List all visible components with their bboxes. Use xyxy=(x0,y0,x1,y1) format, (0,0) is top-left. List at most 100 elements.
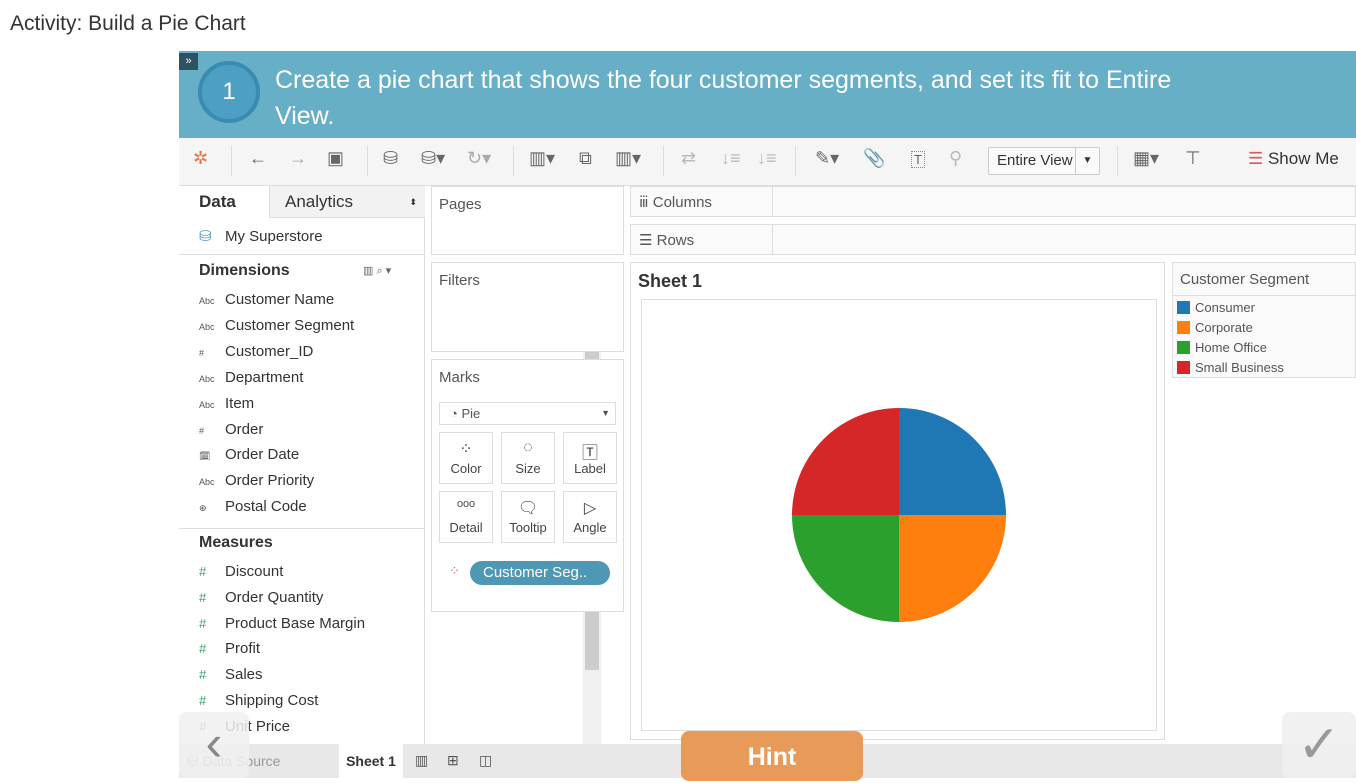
tableau-logo-icon[interactable]: ✲ xyxy=(193,148,208,169)
measure-field[interactable]: # Order Quantity xyxy=(199,589,323,606)
save-icon[interactable]: ▣ xyxy=(327,148,344,169)
group-icon[interactable]: 📎 xyxy=(863,148,885,169)
fit-value: Entire View xyxy=(997,152,1073,169)
presentation-icon[interactable]: ⊤ xyxy=(1185,148,1201,169)
label-button[interactable]: 🅃 Label xyxy=(563,432,617,484)
view-search-icons[interactable]: ▥ ⌕ ▾ xyxy=(363,264,391,278)
pie-slice-small-business[interactable] xyxy=(792,408,899,515)
field-name: Postal Code xyxy=(225,498,307,516)
field-name: Department xyxy=(225,368,304,386)
tooltip-button[interactable]: 🗨 Tooltip xyxy=(501,491,555,543)
pie-slice-corporate[interactable] xyxy=(899,515,1006,622)
swap-icon[interactable]: ⇄ xyxy=(681,148,696,169)
field-name: Sales xyxy=(225,666,263,684)
show-cards-icon[interactable]: ▦▾ xyxy=(1133,148,1159,169)
show-me-label: Show Me xyxy=(1267,149,1339,168)
pie-slice-home-office[interactable] xyxy=(792,515,899,622)
columns-icon: ⅲ xyxy=(639,194,653,211)
angle-icon: ▷ xyxy=(583,500,597,517)
pin-icon[interactable]: ⚲ xyxy=(949,148,962,169)
sheet1-tab[interactable]: Sheet 1 xyxy=(339,744,403,778)
tooltip-icon: 🗨 xyxy=(517,500,539,517)
pie-chart[interactable] xyxy=(642,300,1158,732)
highlight-icon[interactable]: ✎▾ xyxy=(815,148,839,169)
measure-field[interactable]: # Profit xyxy=(199,640,260,657)
measure-field[interactable]: # Sales xyxy=(199,666,263,683)
new-datasource-icon[interactable]: ⛁ xyxy=(383,148,398,169)
number-type-icon: # xyxy=(199,347,205,358)
sort-ascending-icon[interactable]: ↓≡ xyxy=(721,148,741,169)
dimension-field[interactable]: 🗓 Order Date xyxy=(199,446,299,463)
field-name: Order xyxy=(225,420,264,438)
card-label: Detail xyxy=(449,520,483,535)
new-dashboard-tab-icon[interactable]: ⊞ xyxy=(447,752,459,769)
toolbar: ✲ ← → ▣ ⛁ ⛁▾ ↻▾ ▥▾ ⧉ ▥▾ ⇄ ↓≡ ↓≡ ✎▾ 📎 T ⚲… xyxy=(179,138,1356,186)
field-name: Order Date xyxy=(225,446,300,464)
marks-label: Marks xyxy=(439,369,480,386)
legend-item[interactable]: Home Office xyxy=(1177,340,1267,355)
legend-label: Consumer xyxy=(1195,300,1255,315)
dimension-field[interactable]: Abc Customer Segment xyxy=(199,317,354,334)
dimension-field[interactable]: Abc Department xyxy=(199,369,303,386)
duplicate-sheet-icon[interactable]: ⧉ xyxy=(579,148,592,169)
legend-item[interactable]: Consumer xyxy=(1177,300,1255,315)
datasource-item[interactable]: ⛁ My Superstore xyxy=(199,227,323,245)
filters-shelf[interactable]: Filters xyxy=(431,262,624,352)
angle-button[interactable]: ▷ Angle xyxy=(563,491,617,543)
check-button[interactable]: ✓ xyxy=(1282,712,1356,778)
legend-item[interactable]: Corporate xyxy=(1177,320,1253,335)
rows-icon: ☰ xyxy=(639,232,657,249)
pause-updates-icon[interactable]: ⛁▾ xyxy=(421,148,445,169)
tab-analytics[interactable]: Analytics ⬍ xyxy=(269,186,425,218)
pie-icon: ◔ xyxy=(450,406,462,421)
date-type-icon: 🗓 xyxy=(199,451,211,462)
back-button[interactable]: ‹ xyxy=(179,712,249,778)
clear-sheet-icon[interactable]: ▥▾ xyxy=(615,148,641,169)
number-type-icon: # xyxy=(199,425,205,436)
color-button[interactable]: ⁘ Color xyxy=(439,432,493,484)
dimension-field[interactable]: Abc Item xyxy=(199,395,254,412)
legend-item[interactable]: Small Business xyxy=(1177,360,1284,375)
new-story-tab-icon[interactable]: ◫ xyxy=(479,752,492,769)
customer-segment-pill[interactable]: Customer Seg.. xyxy=(470,561,610,585)
sheet-view: Sheet 1 xyxy=(630,262,1165,740)
dimension-field[interactable]: Abc Customer Name xyxy=(199,291,334,308)
redo-icon[interactable]: → xyxy=(289,148,307,169)
rows-label: Rows xyxy=(656,232,695,249)
dimensions-header: Dimensions xyxy=(199,262,290,279)
field-name: Discount xyxy=(225,563,284,580)
dimension-field[interactable]: ⊕ Postal Code xyxy=(199,498,307,515)
new-worksheet-tab-icon[interactable]: ▥ xyxy=(415,752,428,769)
hint-button[interactable]: Hint xyxy=(681,731,863,781)
fit-dropdown[interactable]: Entire View ▼ xyxy=(988,147,1100,175)
string-type-icon: Abc xyxy=(199,296,215,306)
new-worksheet-icon[interactable]: ▥▾ xyxy=(529,148,555,169)
undo-icon[interactable]: ← xyxy=(249,148,267,169)
card-label: Angle xyxy=(573,520,607,535)
show-me-button[interactable]: ☰ Show Me xyxy=(1248,149,1339,169)
number-type-icon: # xyxy=(199,667,207,683)
pages-shelf[interactable]: Pages xyxy=(431,186,624,255)
mark-type-dropdown[interactable]: ◔ Pie ▼ xyxy=(439,402,616,425)
columns-shelf[interactable]: ⅲ Columns xyxy=(630,186,1356,217)
legend-swatch xyxy=(1177,361,1190,374)
legend-label: Home Office xyxy=(1195,340,1268,355)
size-button[interactable]: ◌ Size xyxy=(501,432,555,484)
measure-field[interactable]: # Discount xyxy=(199,563,283,580)
collapse-button[interactable]: » xyxy=(179,53,198,70)
size-icon: ◌ xyxy=(523,439,533,456)
rows-shelf[interactable]: ☰ Rows xyxy=(630,224,1356,255)
labels-icon[interactable]: T xyxy=(911,151,925,168)
tab-data[interactable]: Data xyxy=(179,186,269,218)
detail-icon: ᵒᵒᵒ xyxy=(456,498,476,515)
measure-field[interactable]: # Product Base Margin xyxy=(199,615,365,632)
sort-descending-icon[interactable]: ↓≡ xyxy=(757,148,777,169)
measure-field[interactable]: # Shipping Cost xyxy=(199,692,318,709)
pie-slice-consumer[interactable] xyxy=(899,408,1006,515)
detail-button[interactable]: ᵒᵒᵒ Detail xyxy=(439,491,493,543)
dimension-field[interactable]: # Order xyxy=(199,421,263,438)
dimension-field[interactable]: # Customer_ID xyxy=(199,343,313,360)
dimension-field[interactable]: Abc Order Priority xyxy=(199,472,314,489)
refresh-icon[interactable]: ↻▾ xyxy=(467,148,491,169)
color-icon: ⁘ xyxy=(459,441,473,458)
